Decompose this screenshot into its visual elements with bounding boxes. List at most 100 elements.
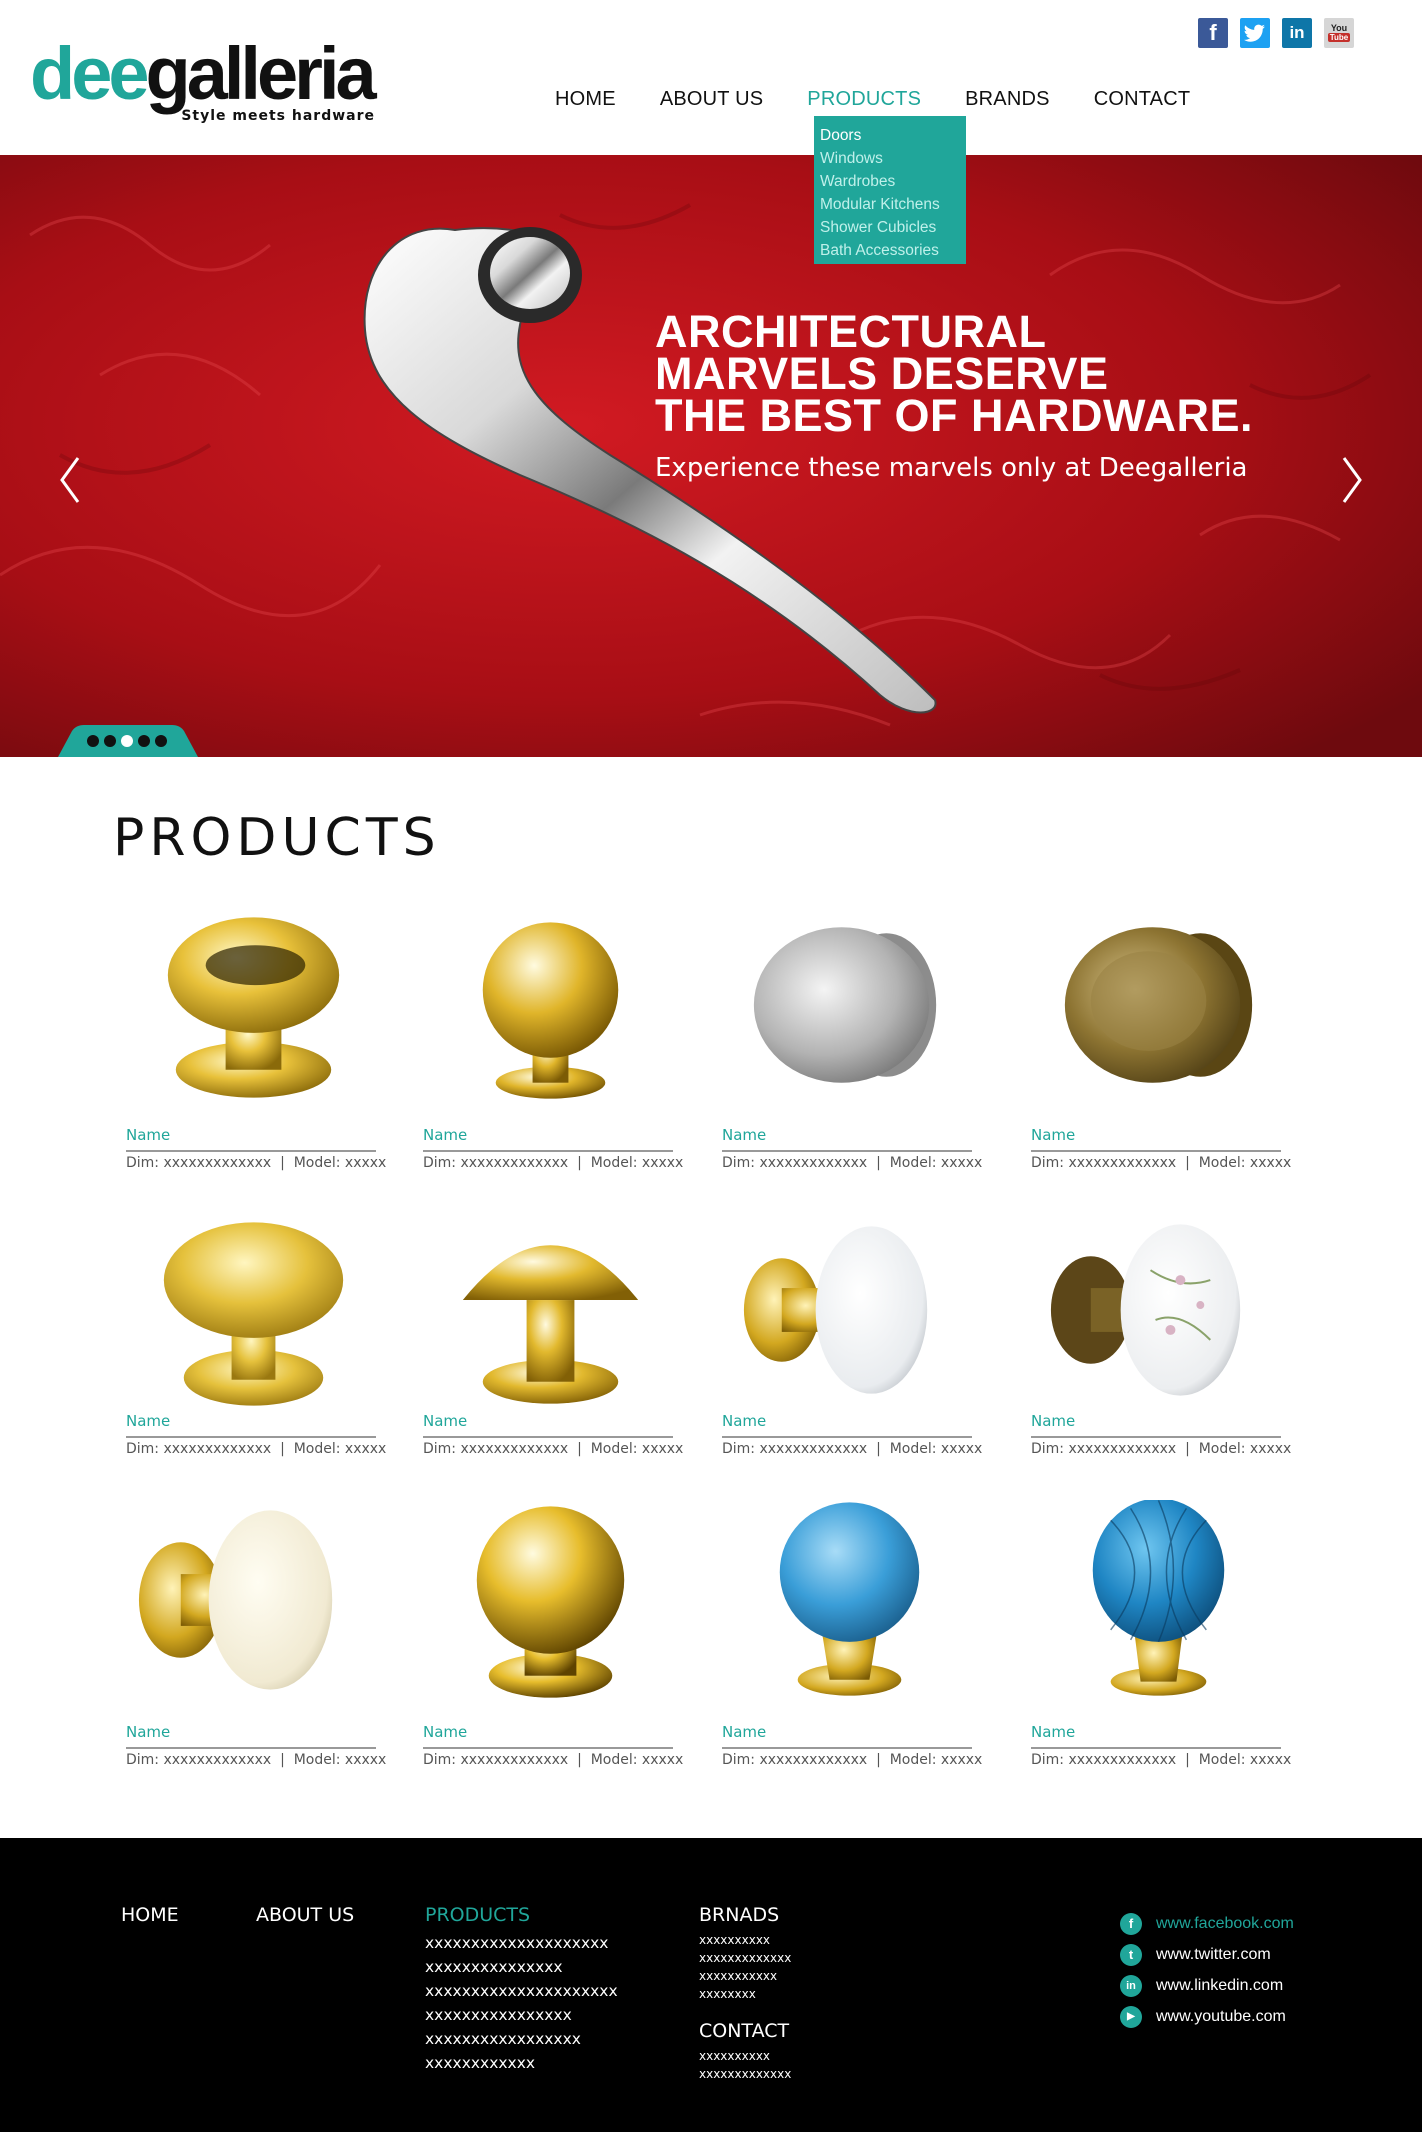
product-card[interactable]: Name Dim: xxxxxxxxxxxxx | Model: xxxxx [1031,1210,1291,1463]
site-logo[interactable]: deegalleria Style meets hardware [30,24,377,130]
footer-brands-item[interactable]: xxxxxxxx [699,1985,791,2003]
footer-products-item[interactable]: xxxxxxxxxxxx [425,2051,618,2075]
product-name[interactable]: Name [722,1412,766,1430]
slide-dot-3-active[interactable] [121,735,133,747]
youtube-icon[interactable]: You Tube [1324,18,1354,48]
hero-prev-arrow-icon[interactable] [50,450,90,510]
product-card[interactable]: Name Dim: xxxxxxxxxxxxx | Model: xxxxx [1031,1500,1291,1774]
footer-brands-item[interactable]: xxxxxxxxxxx [699,1967,791,1985]
product-name[interactable]: Name [1031,1126,1075,1144]
nav-home[interactable]: HOME [555,88,616,111]
product-meta: Dim: xxxxxxxxxxxxx | Model: xxxxx [1031,1441,1291,1457]
product-divider [722,1747,972,1749]
footer-brands-item[interactable]: xxxxxxxxxxxxx [699,1949,791,1967]
product-meta: Dim: xxxxxxxxxxxxx | Model: xxxxx [423,1155,683,1171]
hero-headline-line-1: ARCHITECTURAL [655,306,1047,357]
product-image-brass-flat-knob[interactable] [126,1210,381,1410]
product-card[interactable]: Name Dim: xxxxxxxxxxxxx | Model: xxxxx [722,1500,982,1774]
product-card[interactable]: Name Dim: xxxxxxxxxxxxx | Model: xxxxx [423,1500,683,1774]
product-card[interactable]: Name Dim: xxxxxxxxxxxxx | Model: xxxxx [126,905,386,1177]
twitter-url[interactable]: www.twitter.com [1156,1946,1271,1964]
dropdown-item-shower-cubicles[interactable]: Shower Cubicles [820,216,960,239]
nav-about-us[interactable]: ABOUT US [660,88,763,111]
product-divider [126,1150,376,1152]
product-image-cream-porcelain-knob[interactable] [126,1500,381,1700]
product-name[interactable]: Name [126,1723,170,1741]
nav-contact[interactable]: CONTACT [1094,88,1191,111]
product-image-brass-mushroom-knob[interactable] [126,905,381,1105]
footer-social-linkedin[interactable]: in www.linkedin.com [1120,1970,1294,2001]
facebook-icon[interactable]: f [1198,18,1228,48]
dropdown-item-windows[interactable]: Windows [820,147,960,170]
footer-contact-item[interactable]: xxxxxxxxxxxxx [699,2065,791,2083]
product-card[interactable]: Name Dim: xxxxxxxxxxxxx | Model: xxxxx [423,1210,683,1463]
product-name[interactable]: Name [423,1126,467,1144]
footer-link-home[interactable]: HOME [121,1904,179,1926]
product-name[interactable]: Name [1031,1723,1075,1741]
footer-brands-heading[interactable]: BRNADS [699,1904,779,1926]
product-dim: Dim: xxxxxxxxxxxxx [126,1155,272,1171]
slide-dot-1[interactable] [87,735,99,747]
dropdown-item-modular-kitchens[interactable]: Modular Kitchens [820,193,960,216]
logo-part-galleria: galleria [145,32,377,115]
slide-dot-5[interactable] [155,735,167,747]
footer-products-item[interactable]: xxxxxxxxxxxxxxxxx [425,2027,618,2051]
product-image-brass-ball-knob[interactable] [423,905,678,1105]
meta-separator: | [271,1752,294,1768]
youtube-icon: ▶ [1120,2005,1142,2028]
product-card[interactable]: Name Dim: xxxxxxxxxxxxx | Model: xxxxx [126,1210,386,1463]
dropdown-item-wardrobes[interactable]: Wardrobes [820,170,960,193]
linkedin-url[interactable]: www.linkedin.com [1156,1977,1283,1995]
footer-link-products[interactable]: PRODUCTS [425,1904,530,1926]
hero-next-arrow-icon[interactable] [1332,450,1372,510]
product-name[interactable]: Name [423,1723,467,1741]
product-image-brass-dome-knob[interactable] [423,1210,678,1410]
footer-social-twitter[interactable]: t www.twitter.com [1120,1939,1294,1970]
footer-contact-heading[interactable]: CONTACT [699,2020,789,2042]
product-image-blue-glass-ball-knob[interactable] [722,1500,977,1700]
products-dropdown-menu: Doors Windows Wardrobes Modular Kitchens… [814,116,966,264]
product-image-floral-porcelain-knob[interactable] [1031,1210,1286,1410]
footer-brands-item[interactable]: xxxxxxxxxx [699,1931,791,1949]
footer-link-about-us[interactable]: ABOUT US [256,1904,354,1926]
footer-products-item[interactable]: xxxxxxxxxxxxxxxxxxxx [425,1931,618,1955]
product-dim: Dim: xxxxxxxxxxxxx [423,1752,569,1768]
product-name[interactable]: Name [722,1126,766,1144]
product-divider [423,1747,673,1749]
product-image-satin-chrome-knob[interactable] [722,905,977,1105]
slide-dot-2[interactable] [104,735,116,747]
twitter-icon[interactable] [1240,18,1270,48]
product-name[interactable]: Name [722,1723,766,1741]
facebook-url[interactable]: www.facebook.com [1156,1915,1294,1933]
product-card[interactable]: Name Dim: xxxxxxxxxxxxx | Model: xxxxx [126,1500,386,1774]
dropdown-item-doors[interactable]: Doors [820,124,960,147]
youtube-url[interactable]: www.youtube.com [1156,2008,1286,2026]
product-card[interactable]: Name Dim: xxxxxxxxxxxxx | Model: xxxxx [722,905,982,1177]
product-image-polished-brass-ball-knob[interactable] [423,1500,678,1700]
footer-products-item[interactable]: xxxxxxxxxxxxxxxxxxxxx [425,1979,618,2003]
product-card[interactable]: Name Dim: xxxxxxxxxxxxx | Model: xxxxx [1031,905,1291,1177]
nav-brands[interactable]: BRANDS [965,88,1050,111]
footer-contact-item[interactable]: xxxxxxxxxx [699,2047,791,2065]
footer-social-youtube[interactable]: ▶ www.youtube.com [1120,2001,1294,2032]
product-name[interactable]: Name [126,1412,170,1430]
product-name[interactable]: Name [1031,1412,1075,1430]
product-divider [126,1747,376,1749]
dropdown-item-bath-accessories[interactable]: Bath Accessories [820,239,960,262]
nav-products[interactable]: PRODUCTS [807,88,921,111]
logo-part-dee: dee [30,32,149,115]
product-card[interactable]: Name Dim: xxxxxxxxxxxxx | Model: xxxxx [423,905,683,1177]
product-name[interactable]: Name [126,1126,170,1144]
product-image-white-porcelain-knob[interactable] [722,1210,977,1410]
product-image-antique-bronze-knob[interactable] [1031,905,1286,1105]
product-card[interactable]: Name Dim: xxxxxxxxxxxxx | Model: xxxxx [722,1210,982,1463]
product-name[interactable]: Name [423,1412,467,1430]
footer-products-item[interactable]: xxxxxxxxxxxxxxxx [425,2003,618,2027]
product-model: Model: xxxxx [889,1441,983,1457]
slide-dot-4[interactable] [138,735,150,747]
footer-products-item[interactable]: xxxxxxxxxxxxxxx [425,1955,618,1979]
hero-headline-line-3: THE BEST OF HARDWARE. [655,390,1254,441]
linkedin-icon[interactable]: in [1282,18,1312,48]
footer-social-facebook[interactable]: f www.facebook.com [1120,1908,1294,1939]
product-image-blue-crystal-knob[interactable] [1031,1500,1286,1700]
